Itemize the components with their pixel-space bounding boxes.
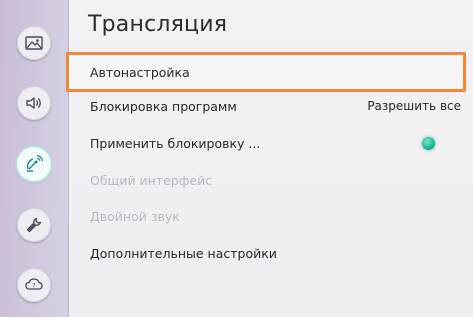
sidebar-item-settings[interactable] xyxy=(17,208,51,242)
menu-item-advanced-settings[interactable]: Дополнительные настройки xyxy=(69,235,473,271)
broadcast-icon xyxy=(26,154,44,172)
menu-item-program-lock[interactable]: Блокировка программ Разрешить все xyxy=(69,88,473,124)
menu-item-dual-audio: Двойной звук xyxy=(69,198,473,234)
menu-item-label: Применить блокировку ... xyxy=(90,135,261,151)
picture-icon xyxy=(25,36,43,50)
sidebar-item-support[interactable]: ? xyxy=(17,268,51,302)
support-icon: ? xyxy=(25,278,43,290)
menu-item-autotuning[interactable]: Автонастройка xyxy=(66,52,466,92)
toggle-on-indicator[interactable] xyxy=(422,136,435,150)
program-lock-value: Разрешить все xyxy=(367,99,461,113)
sidebar-item-sound[interactable] xyxy=(17,86,51,120)
menu-item-label: Дополнительные настройки xyxy=(90,245,277,261)
sound-icon xyxy=(26,97,41,109)
sidebar: ? xyxy=(0,0,69,317)
menu-item-label: Двойной звук xyxy=(90,208,180,224)
sidebar-item-picture[interactable] xyxy=(17,26,51,60)
menu-item-common-interface: Общий интерфейс xyxy=(69,162,473,198)
sidebar-item-broadcast[interactable] xyxy=(17,147,51,181)
menu-item-apply-lock[interactable]: Применить блокировку ... xyxy=(69,125,473,161)
svg-text:?: ? xyxy=(32,282,35,290)
wrench-icon xyxy=(26,217,42,233)
menu-item-label: Блокировка программ xyxy=(90,98,237,114)
menu-item-label: Общий интерфейс xyxy=(90,172,213,188)
page-title: Трансляция xyxy=(88,12,228,37)
menu-item-label: Автонастройка xyxy=(90,64,190,80)
